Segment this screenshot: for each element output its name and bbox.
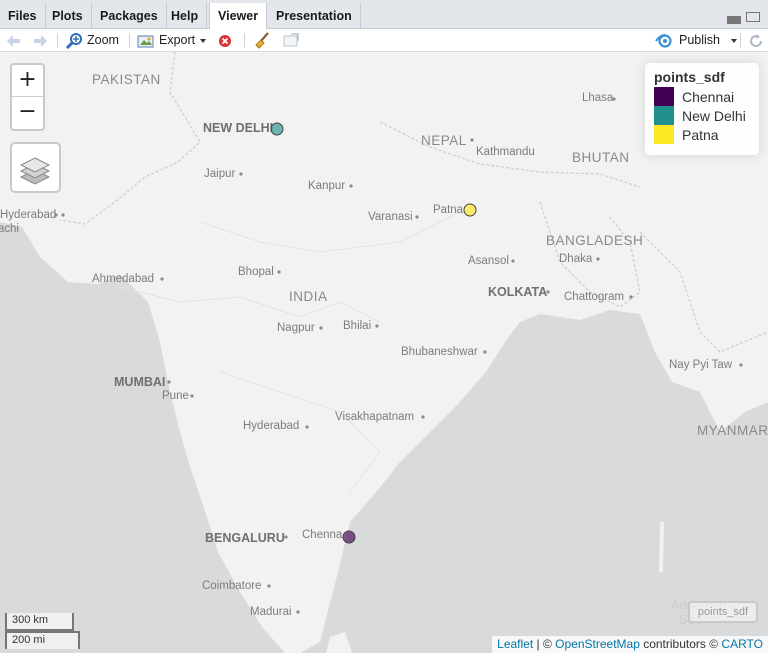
scale-bar-mi: 200 mi xyxy=(5,631,80,649)
map-legend: points_sdf Chennai New Delhi Patna xyxy=(645,63,759,155)
label-lhasa: Lhasa xyxy=(582,92,614,104)
forward-arrow-icon[interactable] xyxy=(32,31,48,50)
legend-swatch xyxy=(654,87,674,106)
label-india: INDIA xyxy=(289,289,328,304)
viewer-toolbar: Zoom Export Publish xyxy=(0,29,768,52)
legend-item: Chennai xyxy=(654,87,750,106)
label-coimbatore: Coimbatore xyxy=(202,580,262,592)
back-arrow-icon[interactable] xyxy=(6,31,22,50)
legend-swatch xyxy=(654,125,674,144)
legend-label: New Delhi xyxy=(682,107,746,124)
label-pune: Pune xyxy=(162,390,189,402)
label-karachi: rachi xyxy=(0,223,19,235)
label-kathmandu: Kathmandu xyxy=(476,146,535,158)
attribution-separator: | © xyxy=(533,637,556,651)
layers-icon xyxy=(19,157,51,185)
label-bangladesh: BANGLADESH xyxy=(546,233,644,248)
openstreetmap-link[interactable]: OpenStreetMap xyxy=(555,637,640,651)
chevron-down-icon xyxy=(731,38,737,43)
attribution-contributors: contributors © xyxy=(639,637,722,651)
zoom-button[interactable]: Zoom xyxy=(66,31,119,50)
export-image-icon xyxy=(137,35,154,47)
zoom-out-button[interactable]: − xyxy=(12,97,43,129)
legend-label: Patna xyxy=(682,126,719,143)
tab-packages[interactable]: Packages xyxy=(92,3,167,29)
export-button[interactable]: Export xyxy=(137,31,207,50)
label-bhopal: Bhopal xyxy=(238,266,274,278)
legend-item: New Delhi xyxy=(654,106,750,125)
tab-presentation[interactable]: Presentation xyxy=(268,3,361,29)
tab-plots[interactable]: Plots xyxy=(44,3,92,29)
minimize-pane-icon[interactable] xyxy=(727,16,741,24)
label-dhaka: Dhaka xyxy=(559,253,593,265)
label-chattogram: Chattogram xyxy=(564,291,625,303)
label-kolkata: KOLKATA xyxy=(488,285,548,299)
label-nepal: NEPAL xyxy=(421,133,467,148)
remove-viewer-button[interactable] xyxy=(218,31,232,50)
label-bhilai: Bhilai xyxy=(343,320,372,332)
tab-help[interactable]: Help xyxy=(163,3,208,29)
zoom-magnifier-icon xyxy=(66,33,82,49)
label-pakistan: PAKISTAN xyxy=(92,72,161,87)
chevron-down-icon xyxy=(200,38,207,43)
legend-item: Patna xyxy=(654,125,750,144)
publish-label: Publish xyxy=(679,33,720,47)
zoom-in-button[interactable]: + xyxy=(12,65,43,97)
label-nagpur: Nagpur xyxy=(277,322,315,334)
close-circle-icon xyxy=(219,34,231,47)
label-madurai: Madurai xyxy=(250,606,292,618)
maximize-pane-icon[interactable] xyxy=(746,12,760,22)
label-bengaluru: BENGALURU xyxy=(205,531,285,545)
label-jaipur: Jaipur xyxy=(204,168,236,180)
label-myanmar: MYANMAR xyxy=(697,423,768,438)
legend-label: Chennai xyxy=(682,88,735,105)
layers-button[interactable] xyxy=(10,142,61,193)
show-in-new-window-button[interactable] xyxy=(283,31,300,50)
label-mumbai: MUMBAI xyxy=(114,375,166,389)
label-asansol: Asansol xyxy=(468,255,509,267)
label-visakhapatnam: Visakhapatnam xyxy=(335,411,415,423)
label-new-delhi: NEW DELHI xyxy=(203,121,274,135)
label-kanpur: Kanpur xyxy=(308,180,346,192)
carto-link[interactable]: CARTO xyxy=(721,637,763,651)
legend-title: points_sdf xyxy=(654,69,725,85)
refresh-icon[interactable] xyxy=(748,31,764,50)
broom-icon xyxy=(255,32,269,49)
label-hyderabad: Hyderabad xyxy=(243,420,300,432)
clear-all-viewer-button[interactable] xyxy=(253,31,271,50)
map-attribution: Leaflet | © OpenStreetMap contributors ©… xyxy=(492,636,768,653)
label-patna: Patna xyxy=(433,204,464,216)
legend-swatch xyxy=(654,106,674,125)
label-varanasi: Varanasi xyxy=(368,211,413,223)
layer-toggle-control[interactable]: points_sdf xyxy=(688,601,758,623)
publish-icon xyxy=(655,33,672,48)
scale-bar-km: 300 km xyxy=(5,613,74,631)
new-window-icon xyxy=(283,33,299,47)
pane-tab-bar: Files Plots Packages Help Viewer Present… xyxy=(0,0,768,30)
label-hyderabad-pk: Hyderabad xyxy=(0,209,57,221)
label-nay-pyi-taw: Nay Pyi Taw xyxy=(669,359,733,371)
zoom-label: Zoom xyxy=(87,33,119,47)
zoom-control: + − xyxy=(10,63,45,131)
publish-button[interactable]: Publish xyxy=(655,31,740,50)
label-bhubaneshwar: Bhubaneshwar xyxy=(401,346,478,358)
label-chennai: Chenna xyxy=(302,529,343,541)
label-ahmedabad: Ahmedabad xyxy=(92,273,155,285)
export-label: Export xyxy=(159,33,196,47)
leaflet-link[interactable]: Leaflet xyxy=(497,637,533,651)
tab-viewer[interactable]: Viewer xyxy=(209,3,268,30)
leaflet-map[interactable]: PAKISTAN Lhasa NEPAL Kathmandu BHUTAN NE… xyxy=(0,52,768,653)
label-bhutan: BHUTAN xyxy=(572,150,630,165)
tab-files[interactable]: Files xyxy=(0,3,46,29)
